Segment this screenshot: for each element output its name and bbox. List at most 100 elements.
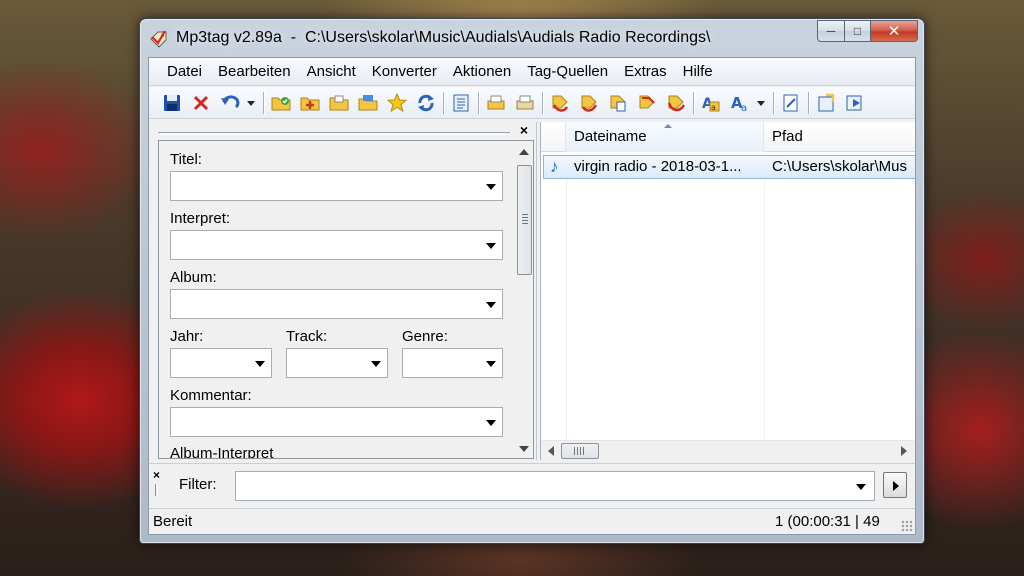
menu-tag-quellen[interactable]: Tag-Quellen	[519, 58, 616, 86]
favorite-button[interactable]	[384, 90, 410, 116]
star-icon	[387, 92, 407, 112]
toolbar: Aa Aa	[149, 87, 915, 119]
title-bar[interactable]: Mp3tag v2.89a - C:\Users\skolar\Music\Au…	[140, 19, 924, 57]
sort-ascending-icon	[664, 124, 672, 128]
save-button[interactable]	[159, 90, 185, 116]
menu-bar: Datei Bearbeiten Ansicht Konverter Aktio…	[149, 58, 915, 86]
svg-text:a: a	[711, 103, 716, 112]
track-combo[interactable]	[286, 348, 388, 378]
print-icon	[487, 95, 505, 109]
options-icon	[818, 93, 835, 111]
chevron-down-icon[interactable]	[486, 184, 496, 190]
genre-combo[interactable]	[402, 348, 503, 378]
chevron-down-icon	[757, 100, 765, 106]
undo-dropdown[interactable]	[246, 98, 256, 108]
case-conversion-button[interactable]: Aa	[727, 90, 753, 116]
toolbar-separator	[263, 91, 264, 114]
menu-bearbeiten[interactable]: Bearbeiten	[210, 58, 299, 86]
menu-extras[interactable]: Extras	[616, 58, 675, 86]
filter-grip[interactable]	[155, 484, 158, 496]
web-source-tag-icon	[667, 95, 686, 111]
scrollbar-thumb[interactable]	[561, 443, 599, 459]
maximize-button[interactable]: □	[844, 20, 870, 42]
chevron-down-icon[interactable]	[486, 243, 496, 249]
album-combo[interactable]	[170, 289, 503, 319]
toolbar-separator	[542, 91, 543, 114]
text-file-tag-button[interactable]	[605, 90, 631, 116]
chevron-down-icon[interactable]	[486, 302, 496, 308]
file-list-hscrollbar[interactable]	[541, 440, 915, 460]
scroll-right-icon[interactable]	[901, 446, 907, 456]
chevron-down-icon[interactable]	[856, 484, 866, 490]
menu-ansicht[interactable]: Ansicht	[299, 58, 364, 86]
column-header-pfad[interactable]: Pfad	[764, 122, 924, 152]
chevron-down-icon[interactable]	[486, 420, 496, 426]
next-icon	[846, 95, 862, 110]
interpret-combo[interactable]	[170, 230, 503, 260]
kommentar-label: Kommentar:	[170, 387, 252, 404]
toolbar-separator	[443, 91, 444, 114]
filter-label: Filter:	[179, 476, 217, 493]
close-button[interactable]: ✕	[870, 20, 918, 42]
scroll-down-icon[interactable]	[519, 446, 529, 452]
path-cell: C:\Users\skolar\Mus	[772, 158, 908, 175]
remove-tag-button[interactable]	[188, 90, 214, 116]
filter-apply-button[interactable]	[883, 472, 907, 498]
add-directory-button[interactable]	[297, 90, 323, 116]
print-button[interactable]	[483, 90, 509, 116]
tag-tag-button[interactable]	[634, 90, 660, 116]
minimize-button[interactable]: ─	[817, 20, 844, 42]
titel-combo[interactable]	[170, 171, 503, 201]
export-button[interactable]	[512, 90, 538, 116]
case-conversion-dropdown[interactable]	[756, 98, 766, 108]
chevron-down-icon[interactable]	[486, 361, 496, 367]
menu-konverter[interactable]: Konverter	[364, 58, 445, 86]
status-selection-info: 1 (00:00:31 | 49	[775, 513, 880, 530]
tag-panel: × Titel: Interpret: Album: Jahr: Track: …	[152, 122, 537, 460]
export-icon	[516, 95, 534, 109]
filter-bar: × Filter:	[149, 463, 915, 507]
tag-panel-close-icon[interactable]: ×	[516, 122, 532, 138]
mp3tag-app-icon[interactable]	[149, 28, 169, 48]
open-folder-button[interactable]	[326, 90, 352, 116]
playlist-icon	[358, 94, 378, 110]
column-header-dateiname[interactable]: Dateiname	[566, 122, 764, 152]
replace-button[interactable]	[778, 90, 804, 116]
case-conversion-icon: Aa	[731, 94, 747, 113]
tag-panel-grip[interactable]	[158, 132, 510, 135]
table-row[interactable]: ♪ virgin radio - 2018-03-1... C:\Users\s…	[543, 155, 915, 179]
resize-grip-icon[interactable]	[901, 520, 913, 532]
filter-input[interactable]	[236, 472, 836, 500]
kommentar-combo[interactable]	[170, 407, 503, 437]
column-header-icon[interactable]	[541, 122, 566, 152]
filter-close-icon[interactable]: ×	[153, 468, 160, 482]
next-button[interactable]	[842, 90, 868, 116]
web-source-tag-button[interactable]	[663, 90, 689, 116]
menu-hilfe[interactable]: Hilfe	[675, 58, 721, 86]
refresh-button[interactable]	[413, 90, 439, 116]
tag-filename-button[interactable]	[547, 90, 573, 116]
filename-tag-button[interactable]	[576, 90, 602, 116]
scrollbar-thumb[interactable]	[517, 165, 532, 275]
filter-combo[interactable]	[235, 471, 875, 501]
playlist-button[interactable]	[355, 90, 381, 116]
window-title: Mp3tag v2.89a - C:\Users\skolar\Music\Au…	[176, 29, 711, 46]
chevron-down-icon[interactable]	[255, 361, 265, 367]
jahr-combo[interactable]	[170, 348, 272, 378]
refresh-icon	[418, 94, 434, 111]
autonumber-button[interactable]: Aa	[698, 90, 724, 116]
scroll-up-icon[interactable]	[519, 149, 529, 155]
minimize-icon: ─	[826, 24, 836, 38]
scroll-left-icon[interactable]	[548, 446, 554, 456]
change-directory-button[interactable]	[268, 90, 294, 116]
maximize-icon: □	[853, 24, 862, 38]
options-button[interactable]	[813, 90, 839, 116]
add-directory-icon	[300, 97, 320, 110]
menu-aktionen[interactable]: Aktionen	[445, 58, 519, 86]
menu-datei[interactable]: Datei	[159, 58, 210, 86]
tag-panel-scrollbar[interactable]	[515, 141, 533, 458]
undo-button[interactable]	[217, 90, 243, 116]
extended-tags-button[interactable]	[448, 90, 474, 116]
album-label: Album:	[170, 269, 217, 286]
chevron-down-icon[interactable]	[371, 361, 381, 367]
